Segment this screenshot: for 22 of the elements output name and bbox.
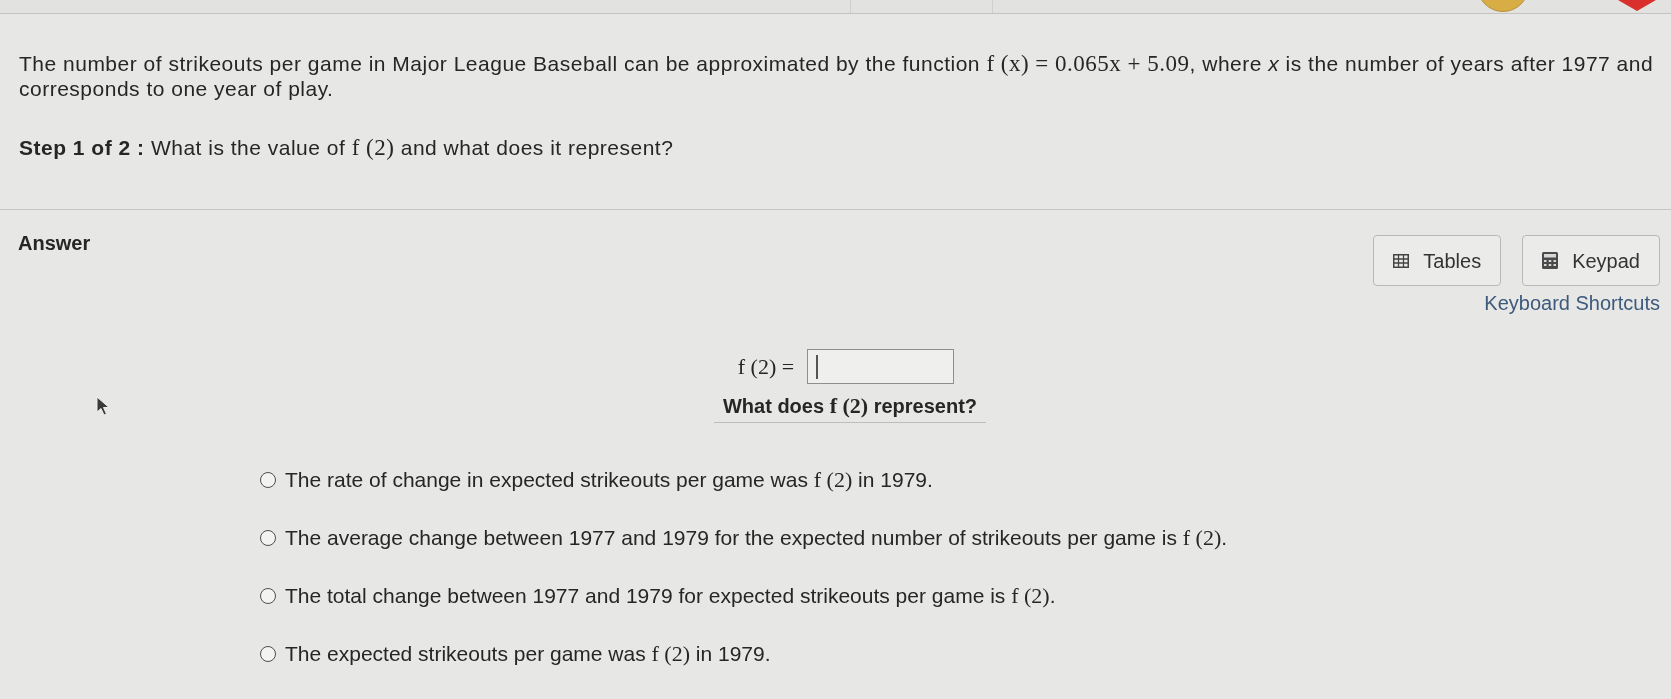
triangle-icon[interactable] bbox=[1618, 0, 1656, 11]
table-icon bbox=[1393, 253, 1410, 268]
answer-heading: Answer bbox=[18, 231, 91, 255]
equation-label: f (2) = bbox=[737, 353, 795, 380]
radio-button[interactable] bbox=[260, 471, 276, 488]
problem-text: The number of strikeouts per game in Major League Baseball can be approximated by the function f (x) = 0.065x + 5.09, where x is the number of years after 1977 and corresponds to one year of play. bbox=[19, 51, 1655, 101]
option-label: The rate of change in expected strikeouts per game was f (2) in 1979. bbox=[285, 467, 933, 492]
radio-button[interactable] bbox=[260, 587, 276, 604]
keypad-button[interactable]: Keypad bbox=[1522, 235, 1660, 286]
step-question: Step 1 of 2 : What is the value of f (2) and what does it represent? bbox=[19, 135, 675, 160]
calculator-icon bbox=[1542, 252, 1559, 269]
option-label: The total change between 1977 and 1979 for expected strikeouts per game is f (2). bbox=[285, 583, 1056, 608]
radio-button[interactable] bbox=[260, 645, 276, 662]
answer-input-field[interactable] bbox=[807, 349, 955, 384]
option-label: The expected strikeouts per game was f (2) in 1979. bbox=[285, 641, 771, 666]
option-label: The average change between 1977 and 1979 for the expected number of strikeouts per game is f (2). bbox=[285, 525, 1228, 550]
question-prompt: What does f (2) represent? bbox=[714, 394, 986, 423]
tables-button[interactable]: Tables bbox=[1373, 235, 1502, 286]
text-cursor-icon bbox=[816, 354, 818, 379]
radio-button[interactable] bbox=[260, 529, 276, 546]
keyboard-shortcuts-link[interactable]: Keyboard Shortcuts bbox=[1484, 291, 1660, 315]
mouse-pointer-icon bbox=[96, 396, 111, 416]
